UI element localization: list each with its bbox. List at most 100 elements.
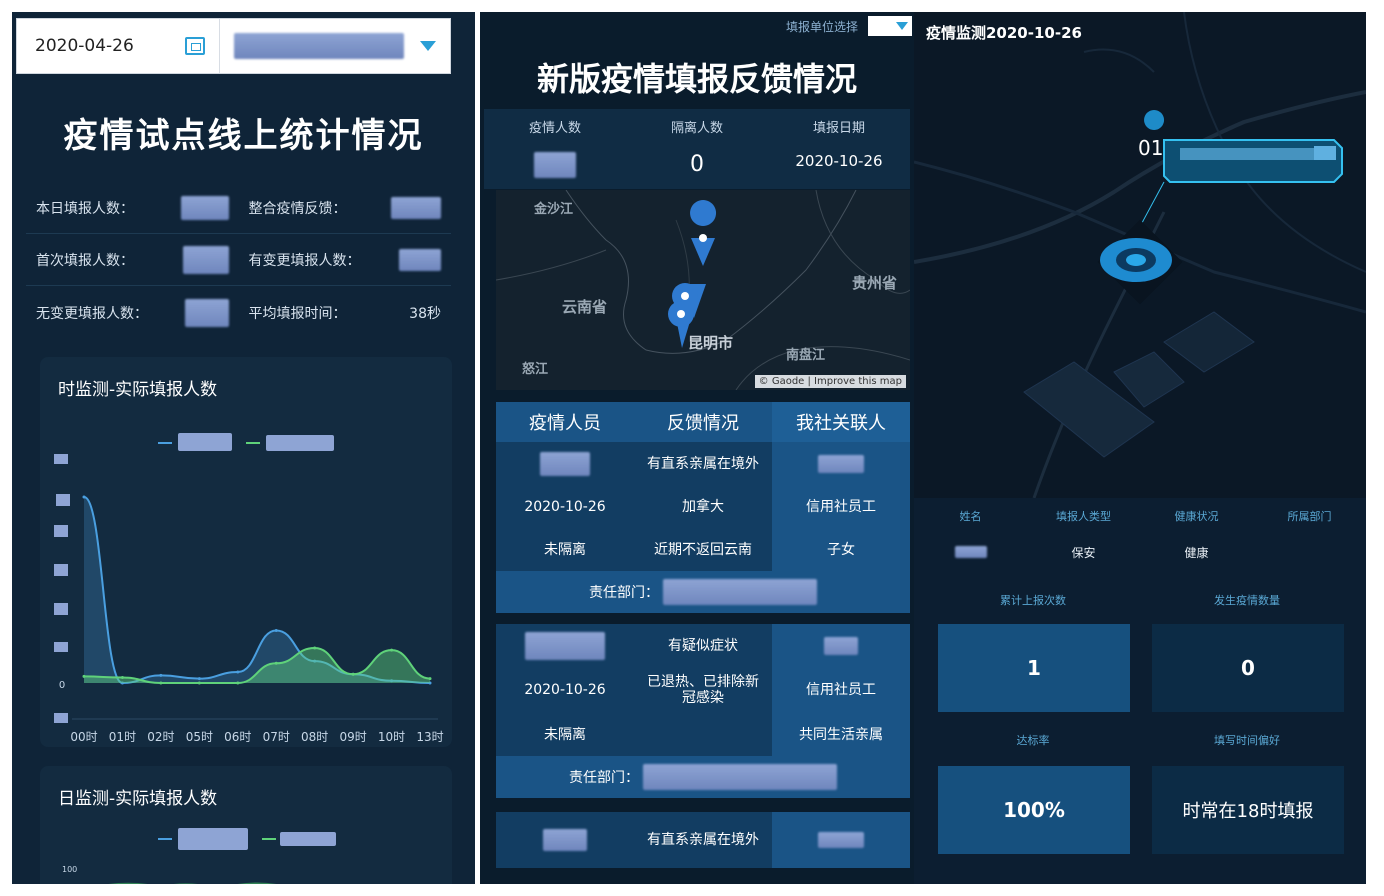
data-point	[197, 681, 201, 685]
value-type: 保安	[1071, 546, 1096, 560]
unit-select-label: 填报单位选择	[786, 20, 859, 34]
cell-redacted	[543, 829, 587, 851]
cell-related: 共同生活亲属	[799, 726, 883, 743]
value-dept	[1253, 544, 1366, 561]
map-markers	[668, 200, 717, 348]
date-value: 2020-04-26	[35, 36, 134, 56]
hourly-chart: 0 00时 01时 02时 05时 06时 07时 08时 09时 10时 13时	[54, 433, 444, 744]
data-point	[197, 677, 201, 681]
feedback-grid: 有直系亲属在境外	[496, 812, 910, 868]
header-feedback: 反馈情况	[667, 413, 739, 434]
stats-row: 本日填报人数： 整合疫情反馈：	[26, 183, 451, 234]
x-tick-label: 05时	[186, 730, 213, 744]
map-attribution[interactable]: © Gaode | Improve this map	[754, 375, 906, 388]
header-person: 疫情人员	[529, 413, 601, 434]
header-name: 姓名	[959, 510, 982, 523]
cell-related: 子女	[827, 541, 855, 558]
page-title: 新版疫情填报反馈情况	[536, 60, 857, 98]
cell-person	[496, 442, 634, 485]
stat-feedback: 整合疫情反馈：	[239, 197, 452, 219]
summary-label: 疫情人数	[528, 121, 581, 136]
y-tick-label: 100	[62, 865, 77, 874]
data-point	[351, 672, 355, 676]
stat-label: 无变更填报人数：	[36, 306, 148, 322]
data-point	[428, 677, 432, 681]
stat-box-rate: 100%	[938, 766, 1130, 854]
region-map[interactable]: 金沙江 云南省 贵州省 昆明市 南盘江 怒江 © Gaode | Improve…	[496, 190, 910, 390]
dept-label: 责任部门：	[589, 585, 659, 601]
y-tick-redacted	[54, 642, 68, 652]
legend-label-redacted	[178, 828, 248, 850]
cell-feedback: 近期不返回云南	[634, 528, 772, 571]
x-tick-label: 01时	[109, 730, 136, 744]
legend-label-redacted	[178, 433, 232, 451]
dept-label: 责任部门：	[569, 770, 639, 786]
stat-label: 整合疫情反馈：	[248, 201, 347, 217]
cell-related	[772, 812, 910, 868]
cell-feedback: 有直系亲属在境外	[634, 812, 772, 868]
info-values: 保安 健康	[914, 544, 1366, 561]
summary-value-redacted	[533, 152, 576, 178]
y-tick-redacted	[54, 525, 68, 537]
summary-value	[484, 152, 626, 180]
data-point	[120, 676, 124, 680]
summary-value: 0	[689, 152, 704, 177]
page-title: 疫情试点线上统计情况	[63, 116, 424, 156]
street-map	[914, 12, 1366, 499]
stats-row: 首次填报人数： 有变更填报人数：	[26, 235, 451, 286]
marker-info-redacted	[1180, 148, 1320, 160]
stat-changed-reports: 有变更填报人数：	[239, 249, 452, 271]
y-tick-redacted	[54, 603, 68, 615]
y-tick-label: 0	[59, 680, 65, 691]
data-point	[159, 673, 163, 677]
date-picker[interactable]: 2020-04-26	[17, 19, 220, 73]
legend-label-redacted	[266, 435, 334, 451]
map-pin-icon[interactable]	[690, 200, 717, 226]
stat-label: 有变更填报人数：	[248, 253, 361, 269]
unit-select[interactable]	[868, 16, 912, 36]
stat-value-redacted	[182, 246, 229, 274]
cell-feedback: 有直系亲属在境外	[634, 442, 772, 485]
stat-value-redacted	[184, 299, 229, 327]
cell-status: 未隔离	[496, 528, 634, 571]
dept-redacted	[663, 579, 817, 605]
cell-redacted	[818, 832, 864, 848]
summary-header: 疫情人数 隔离人数 0 填报日期 2020-10-26	[484, 109, 910, 189]
y-tick-redacted	[54, 454, 68, 464]
feedback-card: 有疑似症状 2020-10-26 已退热、已排除新冠感染 信用社员工 未隔离 共…	[496, 624, 910, 798]
stats-row: 无变更填报人数： 平均填报时间： 38秒	[26, 288, 451, 338]
stat-value: 38秒	[409, 306, 441, 322]
stat-label-preference: 填写时间偏好	[1214, 734, 1280, 747]
legend-label-redacted	[280, 832, 336, 846]
unit-select[interactable]	[220, 19, 450, 73]
responsible-dept: 责任部门：	[496, 756, 910, 798]
monitor-map[interactable]: 01 疫情监测2020-10-26	[914, 12, 1366, 499]
calendar-icon[interactable]	[185, 37, 205, 55]
map-pin-dot	[677, 310, 685, 318]
summary-cases: 疫情人数	[484, 109, 626, 180]
value-health: 健康	[1184, 546, 1209, 560]
cell-redacted	[540, 451, 590, 476]
cell-related	[772, 442, 910, 485]
feedback-panel: 填报单位选择 新版疫情填报反馈情况 疫情人数 隔离人数 0 填报日期 2020-…	[480, 12, 914, 884]
header-type: 填报人类型	[1056, 510, 1111, 523]
data-point	[390, 648, 394, 652]
data-point	[236, 681, 240, 685]
cell-feedback: 已退热、已排除新冠感染	[634, 667, 772, 713]
data-point	[82, 495, 86, 499]
summary-label: 填报日期	[812, 121, 865, 136]
chevron-down-icon[interactable]	[420, 41, 436, 51]
stat-label-reports: 累计上报次数	[1000, 594, 1066, 607]
chevron-down-icon[interactable]	[896, 22, 908, 30]
stat-first-reports: 首次填报人数：	[26, 246, 239, 274]
value-redacted	[954, 545, 987, 558]
daily-chart: 100	[62, 828, 336, 884]
stat-value-redacted	[399, 249, 441, 271]
x-tick-label: 09时	[339, 730, 366, 744]
responsible-dept: 责任部门：	[496, 571, 910, 613]
stat-label: 首次填报人数：	[36, 253, 134, 269]
stat-unchanged-reports: 无变更填报人数：	[26, 299, 239, 327]
cell-feedback: 有疑似症状	[634, 624, 772, 667]
feedback-grid: 有疑似症状 2020-10-26 已退热、已排除新冠感染 信用社员工 未隔离 共…	[496, 624, 910, 756]
cell-date: 2020-10-26	[496, 485, 634, 528]
